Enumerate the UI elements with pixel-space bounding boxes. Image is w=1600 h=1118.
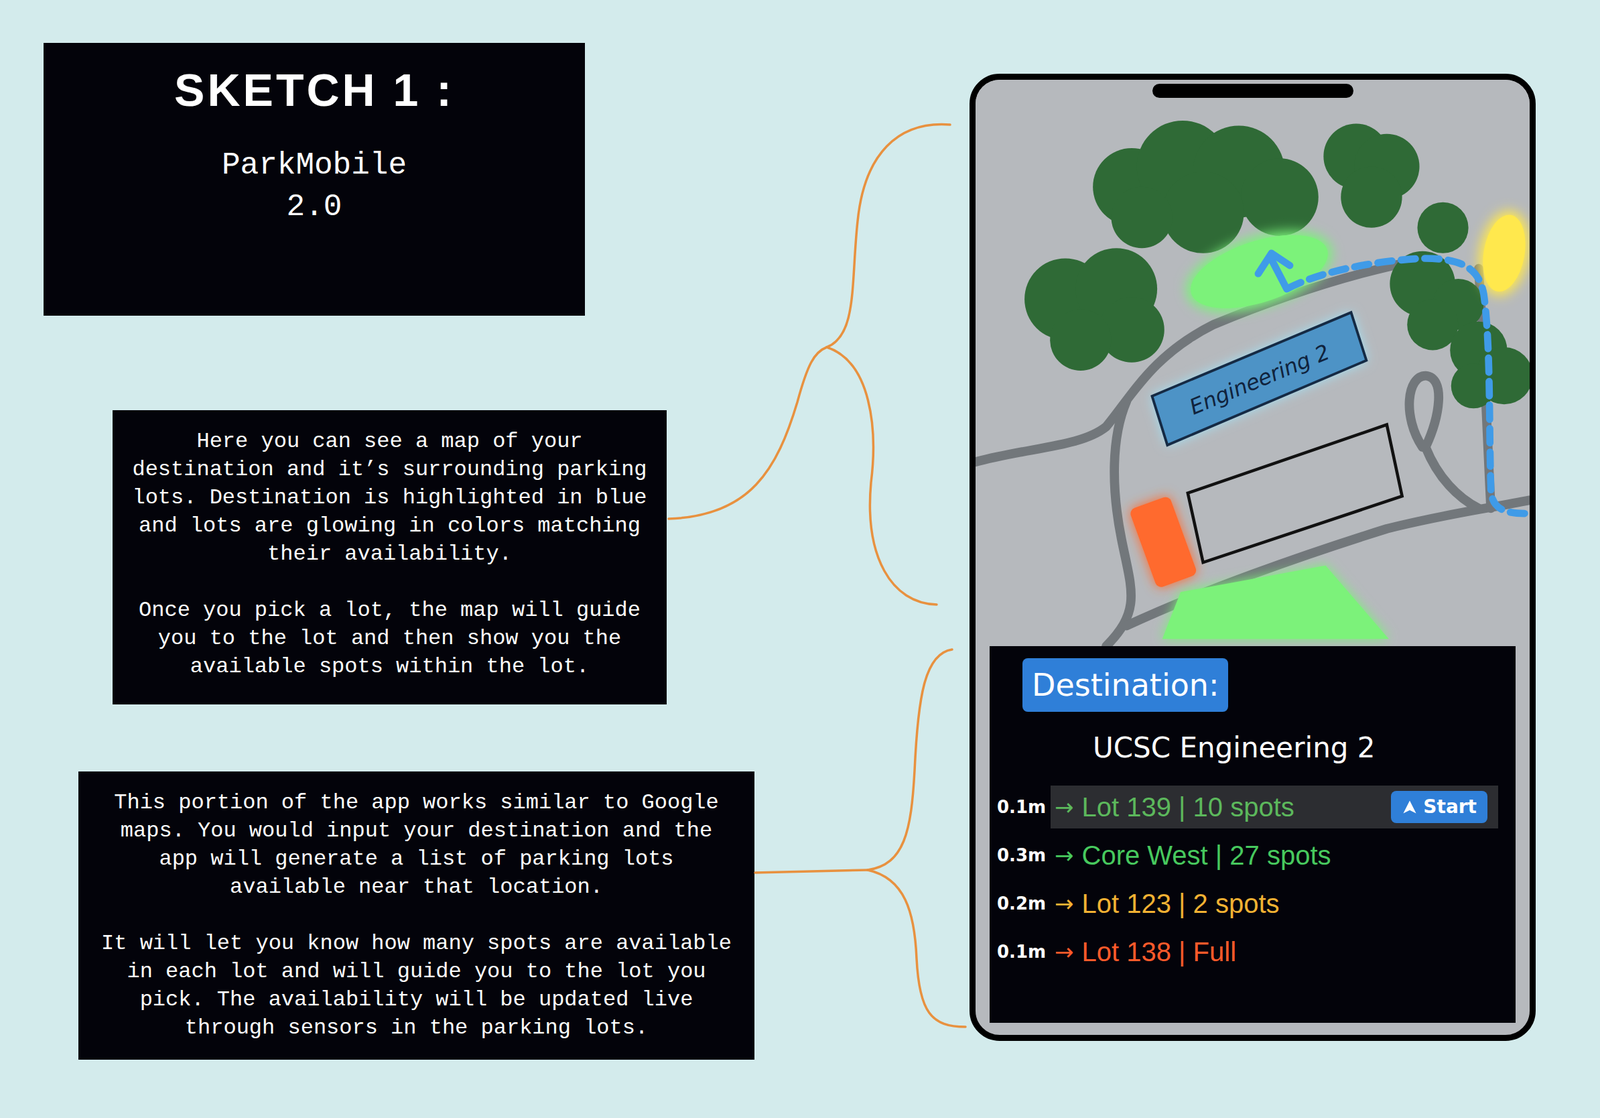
lot-label: Core West | 27 spots (1082, 840, 1332, 871)
app-name: ParkMobile (221, 144, 407, 187)
note-line: available spots within the lot. (124, 652, 655, 681)
note-line: available near that location. (90, 873, 743, 902)
note-line: and lots are glowing in colors matching (124, 511, 655, 541)
callout-braces (0, 0, 1600, 1118)
note-paragraph: It will let you know how many spots are … (90, 929, 743, 1042)
map-lot[interactable] (1128, 495, 1198, 589)
app-version: 2.0 (286, 186, 343, 228)
note-box: Here you can see a map of yourdestinatio… (112, 410, 667, 705)
sketch-poster: SKETCH 1 : ParkMobile 2.0 Here you can s… (0, 0, 1600, 1118)
destination-badge: Destination: (1022, 657, 1229, 712)
list-brace-stem (755, 869, 868, 873)
note-line: pick. The availability will be updated l… (90, 985, 743, 1014)
note-line: maps. You would input your destination a… (90, 816, 743, 845)
note-line: Once you pick a lot, the map will guide (124, 596, 655, 625)
lot-row-body: → Core West | 27 spots (1050, 833, 1499, 877)
parking-map[interactable]: Engineering 2 (975, 79, 1530, 646)
note-line: through sensors in the parking lots. (90, 1013, 743, 1042)
arrow-icon: → (1054, 793, 1075, 821)
lot-row[interactable]: 0.1m → Lot 138 | Full (996, 927, 1499, 976)
list-brace-bottom (867, 869, 966, 1027)
lot-list: 0.1m → Lot 139 | 10 spots Start0.3m → Co… (996, 782, 1499, 976)
lot-distance: 0.1m (996, 796, 1051, 817)
destination-panel: Destination: UCSC Engineering 2 0.1m → L… (989, 645, 1516, 1023)
start-button[interactable]: Start (1390, 790, 1488, 823)
route-line (1258, 253, 1525, 514)
lot-row[interactable]: 0.1m → Lot 139 | 10 spots Start (996, 782, 1499, 831)
lot-label: Lot 139 | 10 spots (1082, 791, 1295, 823)
destination-building[interactable]: Engineering 2 (1151, 312, 1367, 445)
note-paragraph: Once you pick a lot, the map will guidey… (124, 596, 655, 681)
note-line: lots. Destination is highlighted in blue (124, 483, 655, 512)
phone-screen: Engineering 2 Destination: UCSC Engineer… (975, 79, 1530, 1035)
map-brace-bottom (826, 347, 937, 605)
lot-distance: 0.1m (996, 941, 1051, 962)
note-paragraph: Here you can see a map of yourdestinatio… (124, 427, 655, 569)
lot-label: Lot 123 | 2 spots (1082, 888, 1280, 919)
tree (1323, 123, 1420, 228)
arrow-icon: → (1054, 841, 1075, 869)
phone: Engineering 2 Destination: UCSC Engineer… (969, 73, 1536, 1041)
building-outline (1187, 424, 1403, 563)
roads (975, 257, 1530, 646)
note-line: destination and it’s surrounding parking (124, 455, 655, 484)
lot-row[interactable]: 0.3m → Core West | 27 spots (996, 830, 1499, 880)
map-lot[interactable] (1162, 565, 1389, 640)
sketch-heading: SKETCH 1 : (174, 62, 455, 117)
lot-distance: 0.2m (996, 893, 1051, 914)
lot-distance: 0.3m (996, 844, 1051, 865)
note-line: their availability. (124, 540, 655, 569)
notes-column: SKETCH 1 : ParkMobile 2.0 Here you can s… (0, 0, 778, 1118)
lot-row-body: → Lot 123 | 2 spots (1050, 881, 1499, 925)
note-box: This portion of the app works similar to… (78, 771, 755, 1060)
note-paragraph: This portion of the app works similar to… (90, 788, 743, 902)
arrow-icon: → (1054, 889, 1075, 917)
destination-label: Engineering 2 (1185, 339, 1334, 420)
note-line: Here you can see a map of your (124, 427, 655, 456)
map-ground (975, 79, 1530, 646)
note-line: in each lot and will guide you to the lo… (90, 957, 743, 986)
navigation-icon (1401, 798, 1418, 815)
lot-label: Lot 138 | Full (1082, 936, 1237, 967)
map-brace-stem (668, 347, 827, 519)
note-line: This portion of the app works similar to… (90, 788, 743, 817)
map-brace-top (826, 124, 951, 348)
route-arrow-icon (1258, 253, 1290, 274)
lot-row-body: → Lot 138 | Full (1050, 929, 1499, 973)
map-lot[interactable] (1176, 215, 1342, 328)
note-line: It will let you know how many spots are … (90, 929, 743, 958)
note-line: app will generate a list of parking lots (90, 844, 743, 874)
title-box: SKETCH 1 : ParkMobile 2.0 (43, 42, 585, 316)
tree (1024, 247, 1165, 371)
lot-row[interactable]: 0.2m → Lot 123 | 2 spots (996, 879, 1499, 928)
note-line: you to the lot and then show you the (124, 624, 655, 653)
arrow-icon: → (1054, 938, 1075, 965)
destination-field[interactable]: UCSC Engineering 2 (1092, 727, 1499, 768)
list-brace-top (867, 649, 953, 870)
lot-row-body: → Lot 139 | 10 spots Start (1050, 785, 1499, 829)
phone-notch (1152, 83, 1354, 98)
